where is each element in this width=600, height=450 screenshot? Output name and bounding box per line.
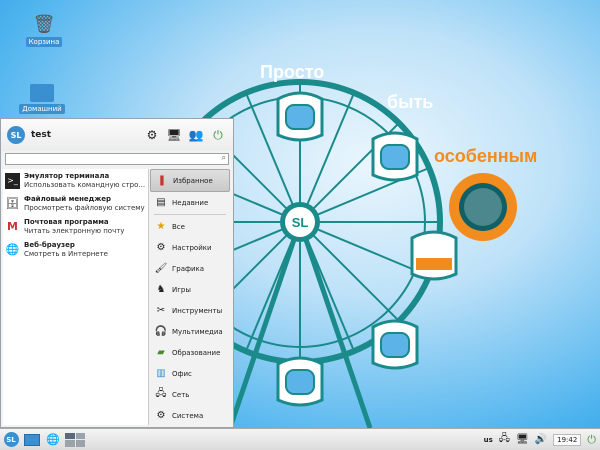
cabin-bottom bbox=[276, 356, 324, 407]
mail-icon: M bbox=[7, 220, 18, 233]
category-label: Все bbox=[172, 222, 185, 231]
volume-icon[interactable]: 🔊 bbox=[535, 434, 547, 445]
app-description: Смотреть в Интернете bbox=[24, 249, 108, 258]
system-icon: ⚙ bbox=[156, 410, 166, 421]
category-games[interactable]: ♞ Игры bbox=[150, 279, 230, 300]
sunflower bbox=[449, 173, 517, 241]
search-icon[interactable]: ⌕ bbox=[222, 153, 226, 163]
category-graphics[interactable]: 🖌 Графика bbox=[150, 258, 230, 279]
slogan-word-2: быть bbox=[387, 92, 433, 112]
category-recent[interactable]: ▤ Недавние bbox=[150, 192, 230, 213]
list-item[interactable]: 🗄 Файловый менеджер Просмотреть файловую… bbox=[3, 192, 148, 215]
favorites-icon: ❚ bbox=[157, 175, 167, 186]
desktop-icon-label: Корзина bbox=[25, 37, 63, 47]
settings-icon: ⚙ bbox=[156, 242, 166, 253]
network-icon[interactable]: 🖧 bbox=[499, 431, 510, 448]
system-tray: us 🖧 🖥 🔊 19:42 ⏻ bbox=[484, 431, 600, 448]
favorites-list: >_ Эмулятор терминала Использовать коман… bbox=[3, 169, 149, 425]
app-title: Эмулятор терминала bbox=[24, 171, 110, 180]
category-divider bbox=[154, 214, 226, 215]
search-settings-icon[interactable]: ⚙ bbox=[143, 126, 161, 144]
cabin-top bbox=[276, 91, 324, 142]
category-label: Офис bbox=[172, 369, 192, 378]
home-folder-icon bbox=[30, 84, 54, 102]
search-input[interactable] bbox=[6, 155, 210, 164]
cabin-right-upper bbox=[371, 131, 419, 182]
clock[interactable]: 19:42 bbox=[553, 433, 582, 446]
category-label: Избранное bbox=[173, 176, 213, 185]
slogan-word-3: особенным bbox=[434, 146, 537, 166]
user-avatar: SL bbox=[7, 126, 25, 144]
keyboard-layout[interactable]: us bbox=[484, 436, 493, 444]
category-network[interactable]: 🖧 Сеть bbox=[150, 384, 230, 405]
network-icon: 🖧 bbox=[155, 388, 167, 399]
desktop-icon-home[interactable]: Домашний bbox=[12, 84, 72, 114]
file-manager-icon: 🗄 bbox=[5, 197, 20, 210]
list-item[interactable]: >_ Эмулятор терминала Использовать коман… bbox=[3, 169, 148, 192]
category-favorites[interactable]: ❚ Избранное bbox=[150, 169, 230, 192]
display-icon[interactable]: 🖥 bbox=[516, 434, 529, 445]
slogan-word-1: Просто bbox=[260, 62, 324, 82]
graphics-icon: 🖌 bbox=[154, 263, 168, 274]
category-settings[interactable]: ⚙ Настройки bbox=[150, 237, 230, 258]
category-education[interactable]: ▰ Образование bbox=[150, 342, 230, 363]
trash-icon: 🗑 bbox=[32, 14, 56, 35]
category-label: Графика bbox=[172, 264, 205, 273]
category-system[interactable]: ⚙ Система bbox=[150, 405, 230, 426]
workspace-grid-icon bbox=[65, 432, 85, 447]
wheel-logo: SL bbox=[292, 215, 309, 230]
app-description: Использовать командную стро... bbox=[24, 180, 146, 189]
list-item[interactable]: M Почтовая программа Читать электронную … bbox=[3, 215, 148, 238]
office-icon: ▥ bbox=[156, 368, 166, 379]
category-label: Недавние bbox=[172, 198, 209, 207]
category-list: ❚ Избранное ▤ Недавние ★ Все ⚙ Настройки… bbox=[149, 169, 231, 425]
show-desktop-button[interactable] bbox=[22, 431, 42, 448]
category-label: Образование bbox=[172, 348, 221, 357]
search-box: ⌕ bbox=[5, 153, 229, 165]
app-description: Просмотреть файловую систему bbox=[24, 203, 145, 212]
terminal-icon: >_ bbox=[5, 172, 20, 189]
tools-icon: ✂ bbox=[156, 305, 166, 316]
start-logo: SL bbox=[3, 432, 19, 447]
category-all[interactable]: ★ Все bbox=[150, 216, 230, 237]
games-icon: ♞ bbox=[156, 284, 166, 295]
category-label: Игры bbox=[172, 285, 191, 294]
category-label: Мультимедиа bbox=[172, 327, 223, 336]
category-multimedia[interactable]: 🎧 Мультимедиа bbox=[150, 321, 230, 342]
globe-icon: 🌐 bbox=[5, 243, 20, 256]
app-title: Почтовая программа bbox=[24, 217, 109, 226]
application-menu: SL test ⚙ 🖥 👥 ⏻ ⌕ >_ Эмулятор терминала … bbox=[0, 118, 234, 428]
start-button[interactable]: SL bbox=[2, 431, 20, 448]
desktop-icon-trash[interactable]: 🗑 Корзина bbox=[14, 14, 74, 47]
logout-icon[interactable]: ⏻ bbox=[209, 126, 227, 144]
browser-launcher[interactable]: 🌐 bbox=[44, 431, 62, 448]
category-office[interactable]: ▥ Офис bbox=[150, 363, 230, 384]
app-title: Веб-браузер bbox=[24, 240, 75, 249]
desktop-icon bbox=[24, 433, 40, 446]
category-label: Настройки bbox=[172, 243, 212, 252]
users-icon[interactable]: 👥 bbox=[187, 126, 205, 144]
headphones-icon: 🎧 bbox=[154, 326, 168, 337]
category-tools[interactable]: ✂ Инструменты bbox=[150, 300, 230, 321]
globe-icon: 🌐 bbox=[46, 433, 60, 446]
education-icon: ▰ bbox=[157, 347, 165, 358]
star-icon: ★ bbox=[156, 221, 166, 232]
logout-icon[interactable]: ⏻ bbox=[587, 433, 596, 447]
category-label: Инструменты bbox=[172, 306, 223, 315]
category-label: Система bbox=[172, 411, 204, 420]
app-title: Файловый менеджер bbox=[24, 194, 112, 203]
menu-header: SL test ⚙ 🖥 👥 ⏻ bbox=[1, 119, 233, 151]
cabin-right bbox=[410, 230, 458, 281]
desktop-icon-label: Домашний bbox=[19, 104, 65, 114]
screen-icon[interactable]: 🖥 bbox=[165, 126, 183, 144]
category-label: Сеть bbox=[172, 390, 190, 399]
app-description: Читать электронную почту bbox=[24, 226, 125, 235]
username: test bbox=[31, 130, 52, 140]
workspace-switcher[interactable] bbox=[64, 431, 86, 448]
list-item[interactable]: 🌐 Веб-браузер Смотреть в Интернете bbox=[3, 238, 148, 261]
recent-icon: ▤ bbox=[156, 197, 166, 208]
taskbar: SL 🌐 us 🖧 🖥 🔊 19:42 ⏻ bbox=[0, 428, 600, 450]
cabin-right-lower bbox=[371, 319, 419, 370]
